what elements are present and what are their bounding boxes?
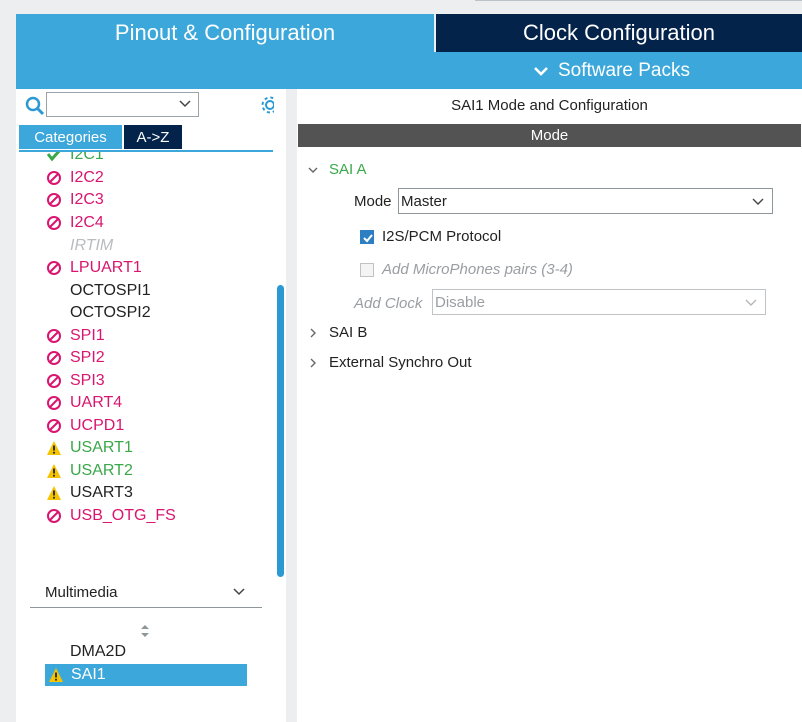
list-item-label: SPI2 [70,349,105,366]
a-to-z-button[interactable]: A->Z [124,125,182,149]
add-clock-select: Disable [432,289,766,315]
right-panel: SAI1 Mode and Configuration Mode SAI A M… [297,89,802,722]
sort-icon[interactable] [140,623,150,639]
chevron-down-icon [745,299,757,306]
chevron-down-icon[interactable] [178,98,192,110]
warning-icon [47,464,61,478]
i2s-pcm-protocol-option[interactable]: I2S/PCM Protocol [360,228,501,245]
mode-select[interactable]: Master [398,188,773,214]
software-packs-bar: Software Packs [16,52,802,89]
search-icon[interactable] [24,95,46,117]
i2s-pcm-label: I2S/PCM Protocol [382,228,502,245]
blocked-icon [47,374,61,388]
chevron-down-icon[interactable] [307,164,319,176]
mode-select-value: Master [401,192,447,210]
mode-label: Mode [354,193,392,210]
mode-section-header: Mode [298,124,801,147]
list-item-label: USART1 [70,439,133,456]
page-title: SAI1 Mode and Configuration [451,97,648,114]
microphone-pairs-label: Add MicroPhones pairs (3-4) [382,261,573,278]
tree-node-label: SAI A [329,161,367,178]
list-item-dma2d[interactable]: DMA2D [70,643,126,661]
panel-splitter[interactable] [286,89,297,722]
list-item-label: USART2 [70,462,133,479]
list-item-label: USART3 [70,484,133,501]
list-item-label: IRTIM [70,237,114,254]
list-item-label: OCTOSPI2 [70,304,151,321]
list-item-label: OCTOSPI1 [70,282,151,299]
warning-icon [47,486,61,500]
category-multimedia[interactable]: Multimedia [45,584,118,601]
top-divider [475,0,802,1]
add-clock-label: Add Clock [354,295,423,312]
i2s-pcm-checkbox[interactable] [360,229,374,244]
list-item-sai1[interactable]: SAI1 [45,664,247,686]
chevron-right-icon[interactable] [307,357,319,369]
chevron-down-icon[interactable] [232,586,246,598]
tree-node-label: SAI B [329,324,368,341]
software-packs-menu[interactable]: Software Packs [532,52,690,89]
check-icon [46,152,61,162]
tree-node-sai-a[interactable]: SAI A [307,161,367,178]
list-item-label: UART4 [70,394,123,411]
top-bar: Pinout & Configuration Clock Configurati… [0,0,802,52]
tab-pinout-configuration[interactable]: Pinout & Configuration [16,14,434,52]
blocked-icon [47,216,61,230]
blocked-icon [47,193,61,207]
left-panel: Categories A->Z I2C1 I2C2 I2C3 I2C4 IRTI… [16,89,286,722]
software-packs-label: Software Packs [558,59,690,81]
chevron-right-icon[interactable] [307,327,319,339]
list-item-label: USB_OTG_FS [70,507,176,524]
microphone-pairs-checkbox [360,262,374,277]
list-item-label: I2C1 [70,152,104,163]
list-item-label: I2C2 [70,169,104,186]
blocked-icon [47,351,61,365]
blocked-icon [47,396,61,410]
list-item-label: UCPD1 [70,417,125,434]
blocked-icon [47,329,61,343]
blocked-icon [47,261,61,275]
search-input[interactable] [46,92,199,117]
scrollbar-thumb[interactable] [277,285,284,577]
categories-button[interactable]: Categories [19,125,122,149]
blocked-icon [47,419,61,433]
add-clock-value: Disable [435,293,486,311]
warning-icon [47,441,61,455]
chevron-down-icon [534,66,548,76]
blocked-icon [47,509,61,523]
microphone-pairs-option: Add MicroPhones pairs (3-4) [360,261,573,278]
tab-clock-configuration[interactable]: Clock Configuration [436,14,802,52]
list-item-label: SPI3 [70,372,105,389]
list-item-label: SAI1 [71,666,106,683]
list-item-label: I2C3 [70,191,104,208]
tree-node-label: External Synchro Out [329,354,472,371]
chevron-down-icon [752,198,764,205]
tree-node-sai-b[interactable]: SAI B [307,324,367,341]
list-item-label: SPI1 [70,327,105,344]
tree-node-external-synchro-out[interactable]: External Synchro Out [307,354,472,371]
list-item-label: LPUART1 [70,259,142,276]
warning-icon [49,668,63,682]
list-item-label: I2C4 [70,214,104,231]
divider [30,607,262,608]
peripheral-list: I2C1 I2C2 I2C3 I2C4 IRTIM LPUART1 OCTOSP… [16,152,274,572]
check-icon [363,233,373,242]
blocked-icon [47,171,61,185]
